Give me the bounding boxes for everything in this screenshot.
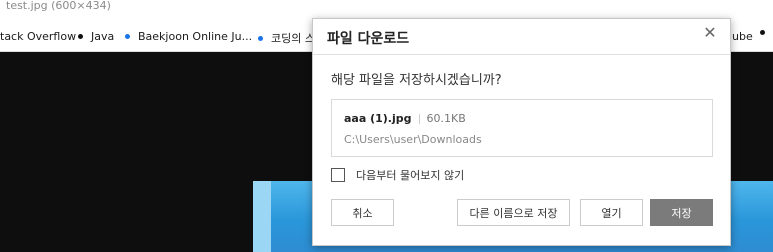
save-as-button[interactable]: 다른 이름으로 저장 xyxy=(457,199,570,226)
close-icon[interactable]: ✕ xyxy=(702,24,718,42)
bookmark-favicon-icon xyxy=(125,34,130,39)
file-size: 60.1KB xyxy=(426,112,466,125)
open-button[interactable]: 열기 xyxy=(580,199,643,226)
cancel-button[interactable]: 취소 xyxy=(331,199,394,226)
bookmark-label: Baekjoon Online Ju... xyxy=(138,30,253,43)
bookmark-label: ube xyxy=(732,30,753,43)
file-info-box: aaa (1).jpg 60.1KB C:\Users\user\Downloa… xyxy=(331,99,713,157)
file-path: C:\Users\user\Downloads xyxy=(344,133,482,146)
bookmark-label: Java xyxy=(91,30,115,43)
file-info-divider xyxy=(418,113,420,124)
file-name: aaa (1).jpg xyxy=(344,112,412,125)
bookmark-label: tack Overflow xyxy=(0,30,77,43)
bookmark-java[interactable]: Java xyxy=(78,30,114,43)
bookmark-stack-overflow[interactable]: tack Overflow xyxy=(0,30,76,43)
dont-ask-option[interactable]: 다음부터 물어보지 않기 xyxy=(331,167,464,183)
save-question: 해당 파일을 저장하시겠습니까? xyxy=(331,73,502,88)
bookmark-favicon-icon xyxy=(258,35,263,41)
bookmark-coding[interactable]: 코딩의 스 xyxy=(258,30,315,46)
image-edge xyxy=(253,181,271,252)
window-title: test.jpg (600×434) xyxy=(6,0,111,12)
download-dialog: 파일 다운로드 ✕ 해당 파일을 저장하시겠습니까? aaa (1).jpg 6… xyxy=(312,18,731,246)
bookmark-label: 코딩의 스 xyxy=(271,32,315,45)
title-divider xyxy=(313,54,730,55)
bookmark-favicon-icon xyxy=(78,34,83,39)
bookmark-youtube[interactable]: ube xyxy=(732,30,753,43)
bookmark-favicon-icon xyxy=(760,30,765,35)
bookmark-baekjoon[interactable]: Baekjoon Online Ju... xyxy=(125,30,252,43)
bookmark-overflow-dot[interactable] xyxy=(760,30,773,35)
dont-ask-label: 다음부터 물어보지 않기 xyxy=(356,169,465,182)
save-button[interactable]: 저장 xyxy=(650,199,713,226)
dialog-title: 파일 다운로드 xyxy=(327,31,410,47)
dont-ask-checkbox[interactable] xyxy=(331,168,345,182)
